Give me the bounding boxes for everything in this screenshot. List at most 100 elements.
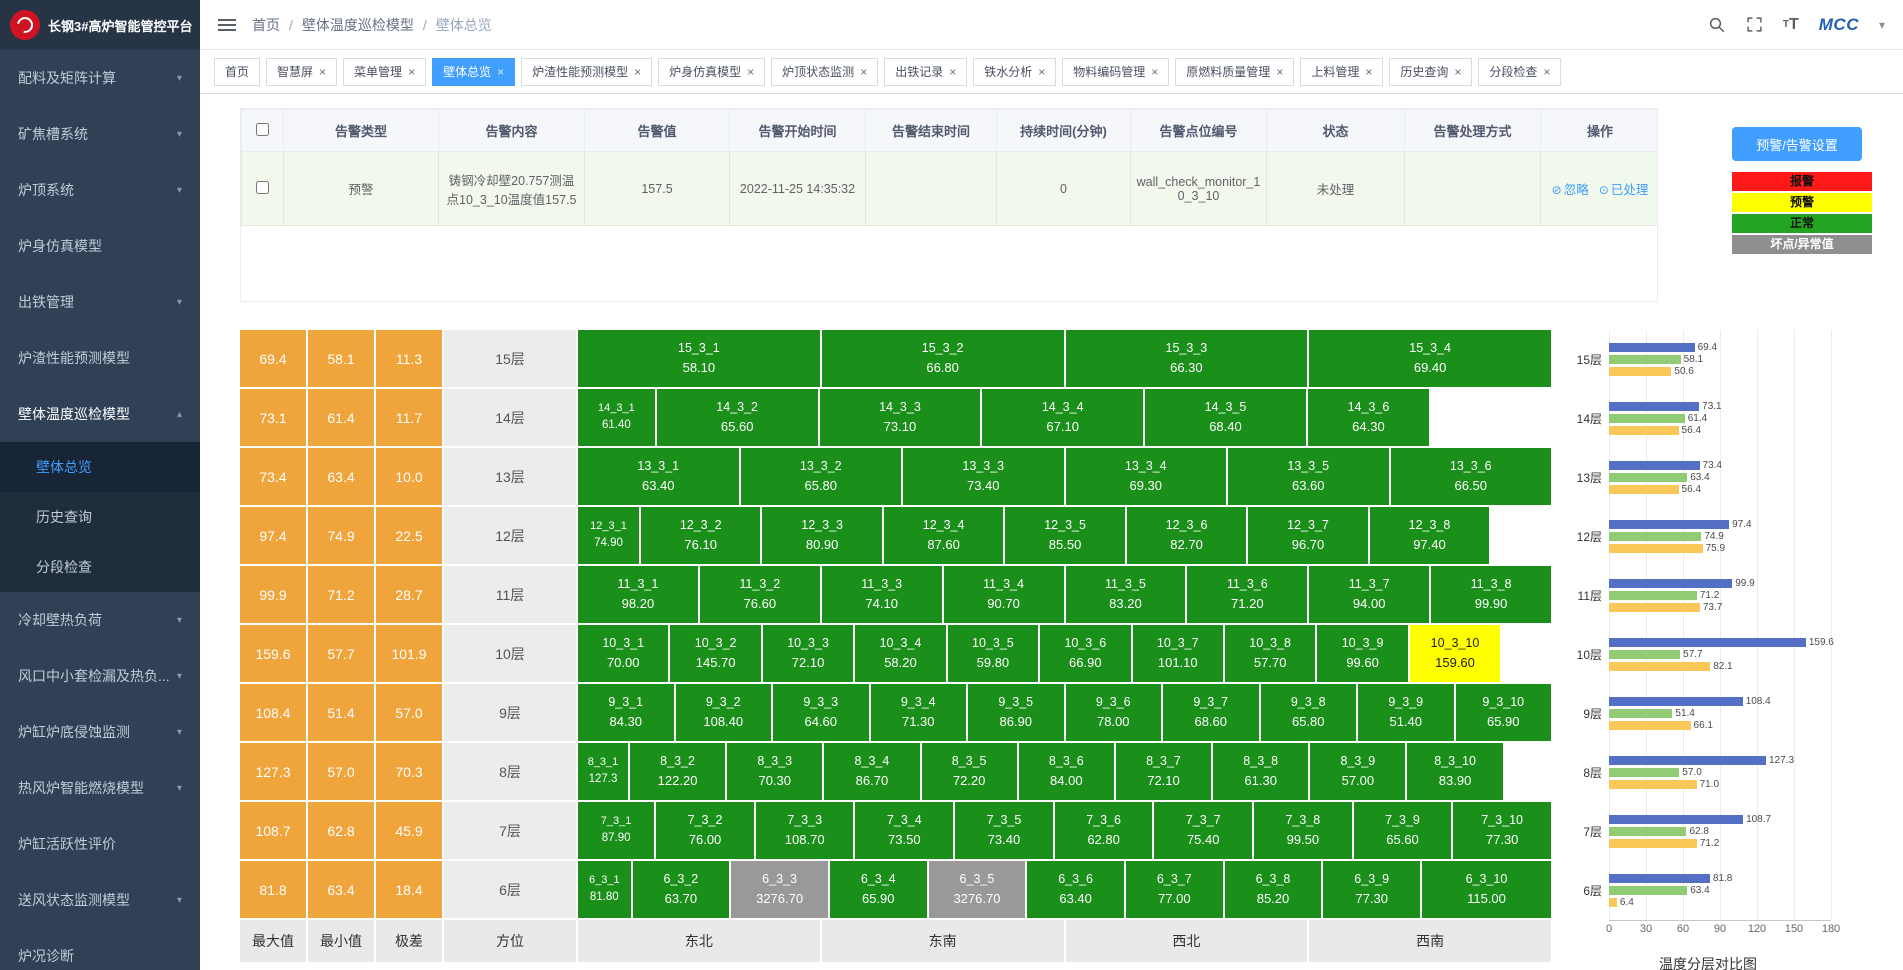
chevron-down-icon: ▾ — [177, 297, 182, 308]
sidebar-item[interactable]: 壁体温度巡检模型▴ — [0, 386, 200, 442]
tab-历史查询[interactable]: 历史查询 × — [1389, 58, 1472, 86]
font-size-icon[interactable] — [1783, 16, 1799, 34]
temp-cell-id: 15_3_3 — [1166, 339, 1208, 358]
sidebar-item[interactable]: 冷却壁热负荷▾ — [0, 592, 200, 648]
sidebar-subitem[interactable]: 历史查询 — [0, 492, 200, 542]
tab-close-icon[interactable]: × — [747, 66, 754, 78]
tab-close-icon[interactable]: × — [1151, 66, 1158, 78]
temp-cell-value: 90.70 — [987, 594, 1020, 614]
tab-close-icon[interactable]: × — [1038, 66, 1045, 78]
alarm-settings-button[interactable]: 预警/告警设置 — [1732, 127, 1862, 161]
tab-炉顶状态监测[interactable]: 炉顶状态监测× — [771, 58, 878, 86]
tab-炉渣性能预测模型[interactable]: 炉渣性能预测模型× — [521, 58, 652, 86]
heatmap-footer: 最大值最小值极差方位东北东南西北西南 — [240, 920, 1551, 962]
sidebar-toggle-icon[interactable] — [218, 16, 236, 34]
tab-炉身仿真模型[interactable]: 炉身仿真模型× — [658, 58, 765, 86]
temp-cell-id: 6_3_4 — [861, 870, 896, 889]
tab-close-icon[interactable]: × — [949, 66, 956, 78]
handled-action-link[interactable]: ⊙已处理 — [1599, 183, 1649, 197]
tab-close-icon[interactable]: × — [1454, 66, 1461, 78]
tab-close-icon[interactable]: × — [1276, 66, 1283, 78]
bar-row: 73.4 — [1609, 461, 1869, 470]
chevron-down-icon: ▾ — [177, 185, 182, 196]
sidebar-subitem[interactable]: 壁体总览 — [0, 442, 200, 492]
heatmap-row-15层: 69.458.111.315层15_3_158.1015_3_266.8015_… — [240, 330, 1551, 387]
alarm-header-row: 告警类型告警内容告警值告警开始时间告警结束时间持续时间(分钟)告警点位编号状态告… — [242, 110, 1659, 152]
temp-cell-id: 10_3_7 — [1157, 634, 1199, 653]
sidebar-item[interactable]: 热风炉智能燃烧模型▾ — [0, 760, 200, 816]
tab-铁水分析[interactable]: 铁水分析× — [973, 58, 1056, 86]
select-all-checkbox[interactable] — [256, 123, 269, 136]
sidebar-item[interactable]: 矿焦槽系统▾ — [0, 106, 200, 162]
dropdown-caret-icon[interactable] — [1879, 16, 1885, 34]
sidebar-item[interactable]: 炉缸炉底侵蚀监测▾ — [0, 704, 200, 760]
temp-cell-id: 12_3_3 — [801, 516, 843, 535]
tab-close-icon[interactable]: × — [1543, 66, 1550, 78]
sidebar-item-label: 炉身仿真模型 — [18, 236, 102, 256]
fullscreen-icon[interactable] — [1746, 16, 1763, 33]
tab-close-icon[interactable]: × — [860, 66, 867, 78]
tab-close-icon[interactable]: × — [319, 66, 326, 78]
tab-close-icon[interactable]: × — [408, 66, 415, 78]
tab-分段检查[interactable]: 分段检查× — [1478, 58, 1561, 86]
bar-value-label: 127.3 — [1769, 755, 1794, 766]
search-icon[interactable] — [1708, 16, 1726, 34]
alarm-row-select-cell — [242, 152, 284, 226]
tab-首页[interactable]: 首页 — [214, 58, 260, 86]
tab-close-icon[interactable]: × — [634, 66, 641, 78]
temp-cell-10_3_1: 10_3_170.00 — [578, 625, 668, 682]
sidebar-item[interactable]: 配料及矩阵计算▾ — [0, 50, 200, 106]
sidebar-subitem[interactable]: 分段检查 — [0, 542, 200, 592]
breadcrumb-item[interactable]: 首页 — [252, 15, 280, 35]
bar-row: 71.0 — [1609, 780, 1869, 789]
tab-上料管理[interactable]: 上料管理× — [1300, 58, 1383, 86]
bar-value-label: 71.0 — [1700, 779, 1719, 790]
chart-x-axis: 0306090120150180 — [1609, 920, 1831, 938]
temp-cell-value: 63.70 — [665, 889, 698, 909]
row-checkbox[interactable] — [256, 181, 269, 194]
chart-bars: 127.357.071.0 — [1609, 756, 1869, 789]
sidebar-item[interactable]: 炉况诊断 — [0, 928, 200, 970]
chart-group-7层: 7层108.762.871.2 — [1565, 802, 1875, 861]
chart-bars: 81.863.46.4 — [1609, 874, 1869, 907]
cells-area: 6_3_181.806_3_263.706_3_33276.706_3_465.… — [578, 861, 1551, 918]
breadcrumb-item[interactable]: 壁体温度巡检模型 — [302, 15, 414, 35]
chart-category-label: 9层 — [1565, 705, 1609, 722]
tab-出铁记录[interactable]: 出铁记录× — [884, 58, 967, 86]
tab-close-icon[interactable]: × — [1365, 66, 1372, 78]
temp-cell-id: 8_3_2 — [660, 752, 695, 771]
tab-close-icon[interactable]: × — [497, 66, 504, 78]
tab-菜单管理[interactable]: 菜单管理× — [343, 58, 426, 86]
direction-label-西南: 西南 — [1309, 920, 1551, 962]
bar-value-label: 71.2 — [1700, 590, 1719, 601]
sidebar-item[interactable]: 炉身仿真模型 — [0, 218, 200, 274]
x-tick-label: 0 — [1606, 923, 1612, 935]
temp-cell-15_3_3: 15_3_366.30 — [1066, 330, 1308, 387]
sidebar-item[interactable]: 风口中小套检漏及热负...▾ — [0, 648, 200, 704]
sidebar-item[interactable]: 炉缸活跃性评价 — [0, 816, 200, 872]
tab-原燃料质量管理[interactable]: 原燃料质量管理× — [1175, 58, 1294, 86]
tab-label: 历史查询 — [1400, 63, 1448, 80]
temp-cell-id: 11_3_3 — [861, 575, 902, 594]
temp-cell-id: 9_3_9 — [1388, 693, 1423, 712]
tab-智慧屏[interactable]: 智慧屏× — [266, 58, 337, 86]
bar-series-blue — [1609, 874, 1710, 883]
bar-series-yellow — [1609, 721, 1691, 730]
temp-cell-8_3_6: 8_3_684.00 — [1019, 743, 1114, 800]
ignore-action-link[interactable]: ⊘忽略 — [1552, 183, 1589, 197]
temp-cell-value: 61.40 — [602, 417, 631, 435]
stat-max-cell: 108.7 — [240, 802, 306, 859]
tab-物料编码管理[interactable]: 物料编码管理× — [1062, 58, 1169, 86]
temp-cell-id: 10_3_2 — [695, 634, 737, 653]
row-spacer — [1505, 743, 1551, 800]
bar-series-blue — [1609, 638, 1806, 647]
tab-壁体总览[interactable]: 壁体总览× — [432, 58, 515, 86]
stat-max-cell: 127.3 — [240, 743, 306, 800]
sidebar-item[interactable]: 送风状态监测模型▾ — [0, 872, 200, 928]
temp-cell-id: 8_3_10 — [1434, 752, 1476, 771]
sidebar-item[interactable]: 出铁管理▾ — [0, 274, 200, 330]
stat-max-cell: 97.4 — [240, 507, 306, 564]
sidebar-item[interactable]: 炉渣性能预测模型 — [0, 330, 200, 386]
sidebar-item[interactable]: 炉顶系统▾ — [0, 162, 200, 218]
bar-row: 56.4 — [1609, 485, 1869, 494]
